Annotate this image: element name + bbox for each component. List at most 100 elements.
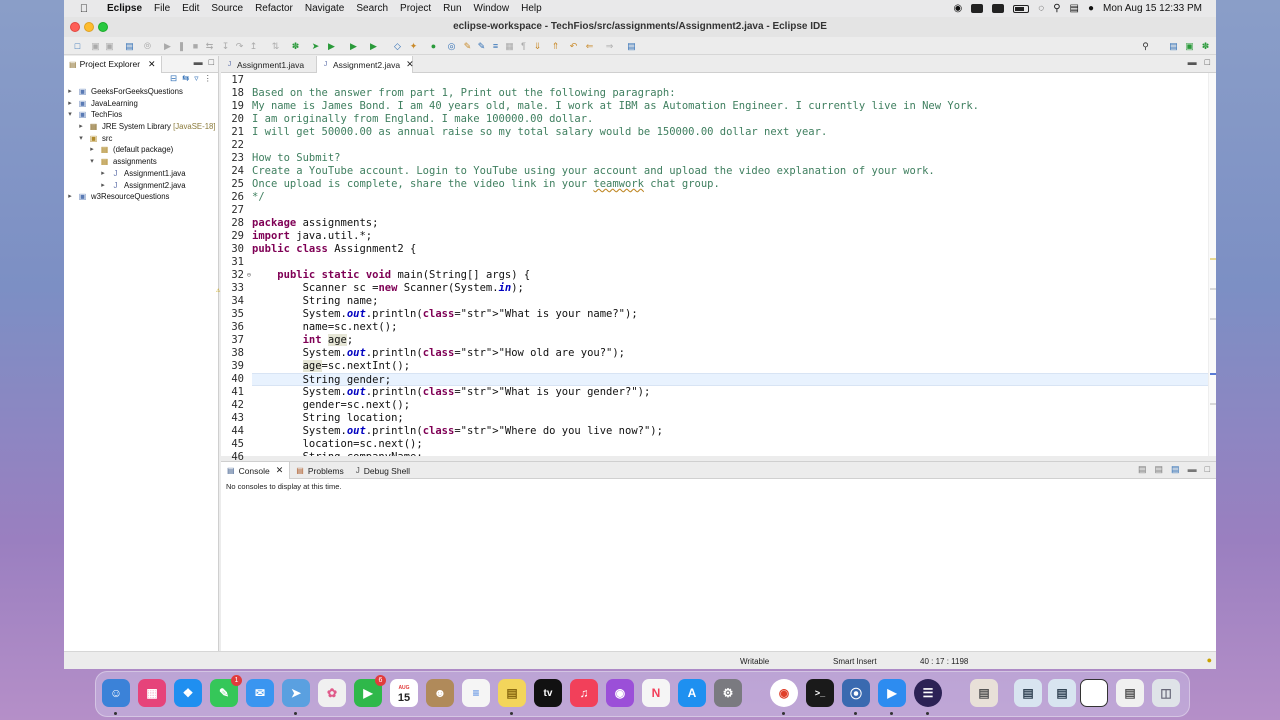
trash-icon[interactable]: ◫: [1152, 679, 1180, 707]
new-class-icon[interactable]: ●: [428, 41, 439, 51]
line-number[interactable]: 29: [222, 230, 244, 243]
display-console-icon[interactable]: ▤: [1155, 464, 1164, 475]
code-line[interactable]: [252, 204, 1208, 217]
code-line[interactable]: gender=sc.next();: [252, 399, 1208, 412]
code-line[interactable]: String companyName;: [252, 451, 1208, 456]
menubar-datetime[interactable]: Mon Aug 15 12:33 PM: [1103, 3, 1202, 14]
app-store-icon[interactable]: A: [678, 679, 706, 707]
save-all-icon[interactable]: ▣: [104, 41, 115, 51]
line-number[interactable]: 27: [222, 204, 244, 217]
display-icon[interactable]: [992, 4, 1005, 13]
maximize-view-icon[interactable]: □: [1205, 464, 1210, 475]
control-center-icon[interactable]: ▤: [1070, 3, 1079, 14]
code-line[interactable]: My name is James Bond. I am 40 years old…: [252, 100, 1208, 113]
suspend-icon[interactable]: ❚: [176, 41, 187, 51]
line-number[interactable]: 31: [222, 256, 244, 269]
notes-icon[interactable]: ▤: [498, 679, 526, 707]
tree-item-w3resourcequestions[interactable]: ▸ ▣ w3ResourceQuestions: [64, 191, 218, 203]
line-number[interactable]: 37: [222, 334, 244, 347]
menu-project[interactable]: Project: [394, 3, 437, 14]
save-icon[interactable]: ▣: [90, 41, 101, 51]
filter-icon[interactable]: ▿: [194, 73, 198, 85]
code-line[interactable]: [252, 139, 1208, 152]
toggle-mark-occurrences-icon[interactable]: ✎: [476, 41, 487, 51]
tree-item-default-package[interactable]: ▸ ▦ (default package): [64, 144, 218, 156]
launchpad-icon[interactable]: ▦: [138, 679, 166, 707]
tab-assignment1-java[interactable]: J Assignment1.java: [221, 56, 317, 73]
close-icon[interactable]: ✕: [148, 59, 156, 70]
line-number[interactable]: 32 ⊖: [222, 269, 251, 282]
code-line[interactable]: System.out.println(class="str">"What is …: [252, 308, 1208, 321]
block-selection-icon[interactable]: ▦: [504, 41, 515, 51]
calendar-icon[interactable]: AUG 15: [390, 679, 418, 707]
resume-icon[interactable]: ▶: [162, 41, 173, 51]
window-preview-icon[interactable]: [1080, 679, 1108, 707]
line-number[interactable]: 41: [222, 386, 244, 399]
code-line[interactable]: name=sc.next();: [252, 321, 1208, 334]
tab-project-explorer[interactable]: ▤ Project Explorer ✕: [64, 55, 162, 73]
menu-help[interactable]: Help: [515, 3, 548, 14]
chevron-down-icon[interactable]: ▾: [66, 109, 74, 121]
code-line[interactable]: System.out.println(class="str">"Where do…: [252, 425, 1208, 438]
messages-icon[interactable]: ✎ 1: [210, 675, 242, 707]
line-number[interactable]: 35: [222, 308, 244, 321]
occurrence-marker[interactable]: [1210, 403, 1216, 405]
window-minimize-button[interactable]: [84, 22, 94, 32]
menu-refactor[interactable]: Refactor: [249, 3, 299, 14]
tree-item-assignment2-java[interactable]: ▸ J Assignment2.java: [64, 180, 218, 192]
chevron-right-icon[interactable]: ▸: [66, 191, 74, 203]
forward-icon[interactable]: ⇒: [604, 41, 615, 51]
current-line-marker[interactable]: [1210, 373, 1216, 375]
wifi-icon[interactable]: ◌: [1038, 3, 1044, 14]
siri-icon[interactable]: ●: [1088, 3, 1094, 14]
disconnect-icon[interactable]: ⇆: [204, 41, 215, 51]
menu-navigate[interactable]: Navigate: [299, 3, 350, 14]
warning-icon[interactable]: ⚠: [216, 284, 220, 297]
chevron-right-icon[interactable]: ▸: [88, 144, 96, 156]
news-icon[interactable]: N: [642, 679, 670, 707]
search-tool-icon[interactable]: ✎: [462, 41, 473, 51]
minimize-view-icon[interactable]: ▬: [1188, 57, 1197, 67]
line-number[interactable]: 39: [222, 360, 244, 373]
step-return-icon[interactable]: ↥: [248, 41, 259, 51]
code-line[interactable]: System.out.println(class="str">"What is …: [252, 386, 1208, 399]
line-number[interactable]: 43: [222, 412, 244, 425]
code-area[interactable]: Based on the answer from part 1, Print o…: [250, 73, 1208, 456]
system-preferences-icon[interactable]: ⚙: [714, 679, 742, 707]
code-line[interactable]: I am originally from England. I make 100…: [252, 113, 1208, 126]
code-line[interactable]: String name;: [252, 295, 1208, 308]
code-line[interactable]: I will get 50000.00 as annual raise so m…: [252, 126, 1208, 139]
tree-item-jre-system-library[interactable]: ▸ ▦ JRE System Library [JavaSE-18]: [64, 121, 218, 133]
maximize-view-icon[interactable]: □: [1205, 57, 1210, 67]
show-whitespace-icon[interactable]: ¶: [518, 41, 529, 51]
previous-annotation-icon[interactable]: ⇑: [550, 41, 561, 51]
tab-assignment2-java[interactable]: J Assignment2.java ✕: [317, 56, 414, 73]
code-line[interactable]: public static void main(String[] args) {: [252, 269, 1208, 282]
line-number[interactable]: 33 ⚠: [216, 282, 244, 295]
chevron-down-icon[interactable]: ▾: [77, 133, 85, 145]
spotlight-search-icon[interactable]: ⚲: [1053, 3, 1060, 14]
line-number[interactable]: 40: [222, 373, 244, 386]
chevron-down-icon[interactable]: ▾: [88, 156, 96, 168]
music-icon[interactable]: ♫: [570, 679, 598, 707]
tree-item-src[interactable]: ▾ ▣ src: [64, 133, 218, 145]
occurrence-marker[interactable]: [1210, 288, 1216, 290]
debug-run-icon[interactable]: ➤: [310, 41, 321, 51]
code-line[interactable]: String location;: [252, 412, 1208, 425]
tree-item-javalearning[interactable]: ▸ ▣ JavaLearning: [64, 98, 218, 110]
close-icon[interactable]: ✕: [406, 59, 414, 70]
line-number[interactable]: 24: [222, 165, 244, 178]
open-console-icon[interactable]: ▤: [1171, 464, 1180, 475]
tab-console[interactable]: ▤ Console ✕: [221, 462, 291, 479]
tree-item-geeksforgeeksquestions[interactable]: ▸ ▣ GeeksForGeeksQuestions: [64, 86, 218, 98]
line-number[interactable]: 19: [222, 100, 244, 113]
code-line[interactable]: [252, 74, 1208, 87]
line-number[interactable]: 42: [222, 399, 244, 412]
mysql-workbench-icon[interactable]: ⦿: [842, 679, 870, 707]
occurrence-marker[interactable]: [1210, 258, 1216, 260]
menu-search[interactable]: Search: [350, 3, 394, 14]
chrome-icon[interactable]: ◉: [770, 679, 798, 707]
tab-problems[interactable]: ▤ Problems: [290, 462, 349, 479]
terminal-icon[interactable]: ▤: [124, 41, 135, 51]
code-line[interactable]: [252, 256, 1208, 269]
